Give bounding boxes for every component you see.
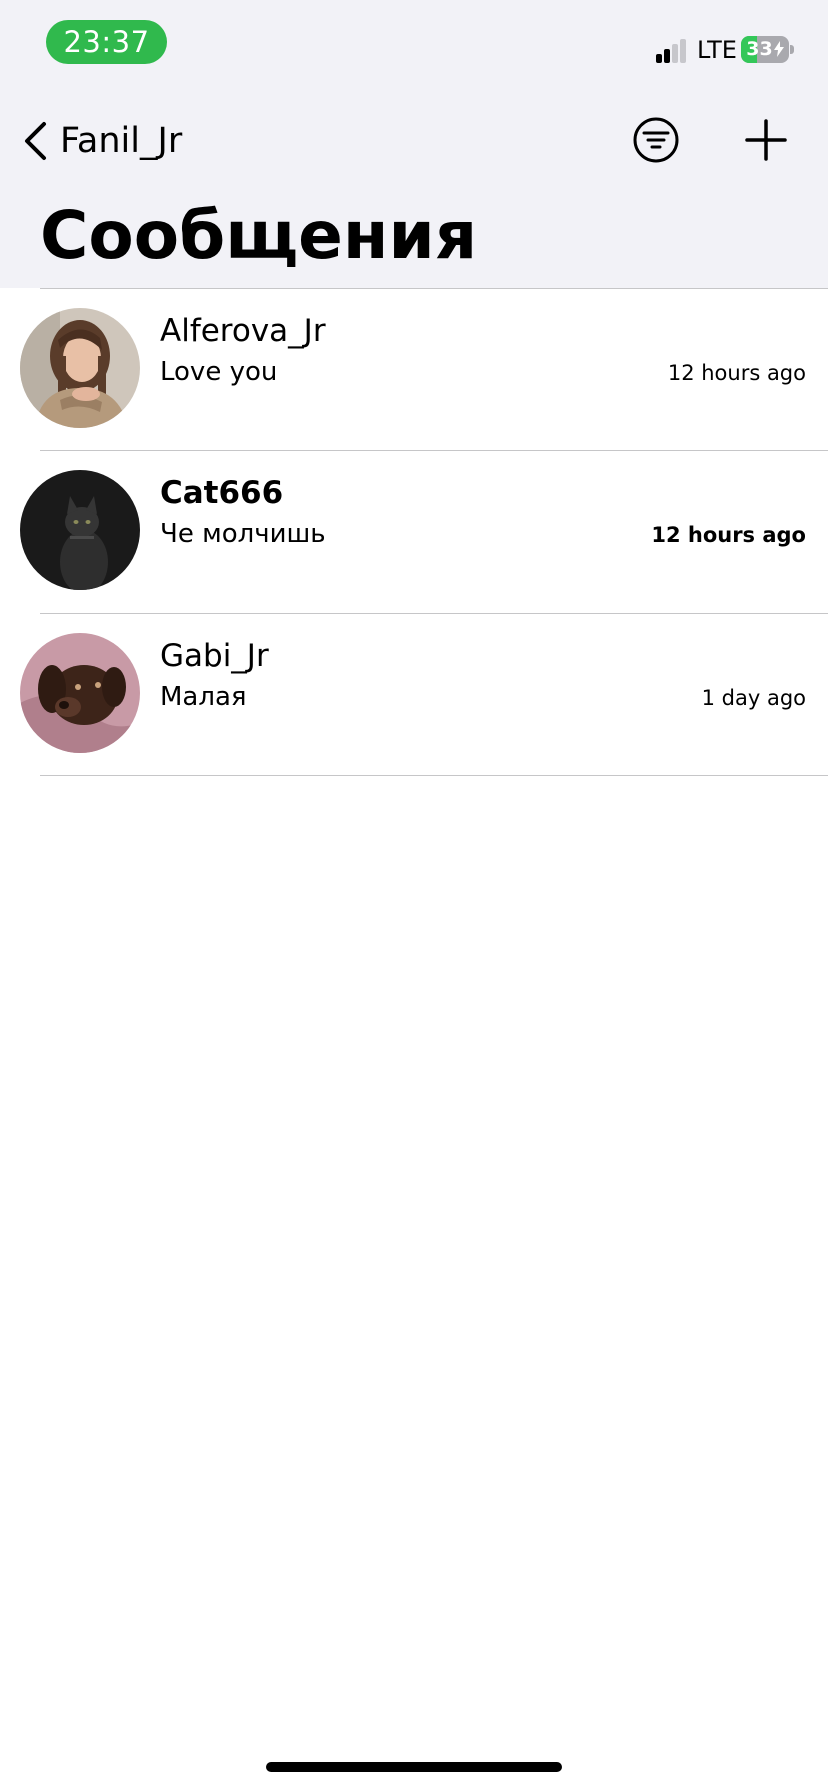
- filter-lines-icon: [633, 117, 679, 163]
- battery-indicator: 33: [741, 36, 789, 63]
- battery-level: 33: [741, 36, 789, 63]
- conversation-row-gabi[interactable]: Gabi_Jr Малая 1 day ago: [0, 614, 828, 776]
- back-button[interactable]: Fanil_Jr: [22, 116, 182, 166]
- signal-icon: [656, 39, 686, 63]
- avatar: [20, 470, 140, 590]
- conversation-time: 12 hours ago: [651, 523, 806, 547]
- charging-bolt-icon: [773, 41, 784, 57]
- conversation-last-message: Малая: [160, 682, 247, 712]
- add-button[interactable]: [743, 117, 789, 163]
- conversation-name: Gabi_Jr: [160, 638, 269, 674]
- plus-icon: [745, 119, 787, 161]
- page-title: Сообщения: [40, 197, 478, 274]
- conversation-last-message: Че молчишь: [160, 519, 326, 549]
- chevron-left-icon: [25, 122, 46, 160]
- conversation-name: Alferova_Jr: [160, 313, 326, 349]
- conversation-time: 12 hours ago: [667, 361, 806, 385]
- conversation-last-message: Love you: [160, 357, 278, 387]
- conversation-row-alferova[interactable]: Alferova_Jr Love you 12 hours ago: [0, 289, 828, 451]
- status-time: 23:37: [46, 20, 167, 64]
- conversation-row-cat666[interactable]: Cat666 Че молчишь 12 hours ago: [0, 451, 828, 613]
- network-type: LTE: [697, 36, 737, 64]
- home-indicator[interactable]: [266, 1762, 562, 1772]
- back-label: Fanil_Jr: [60, 121, 183, 161]
- battery-cap: [790, 45, 794, 54]
- list-divider: [40, 775, 828, 776]
- conversation-name: Cat666: [160, 475, 284, 511]
- conversation-time: 1 day ago: [701, 686, 806, 710]
- avatar: [20, 308, 140, 428]
- filter-button[interactable]: [632, 116, 680, 164]
- avatar: [20, 633, 140, 753]
